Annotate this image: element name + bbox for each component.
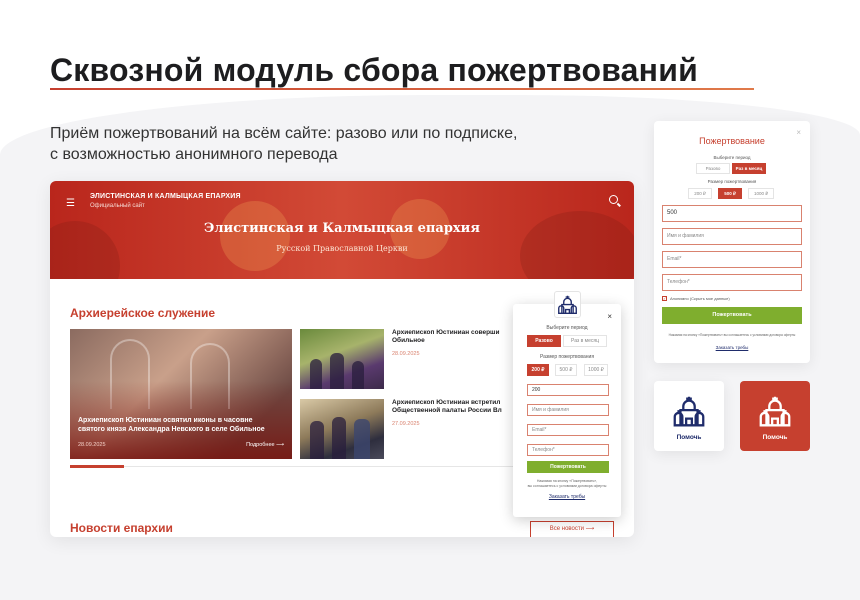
anonymous-label: Анонимно (Скрыть мое данные) [670, 296, 730, 301]
widget-donate-button[interactable]: Пожертвовать [662, 307, 802, 324]
widget-period-monthly[interactable]: Раз в месяц [732, 163, 766, 174]
widget-choose-period: Выберите период [713, 155, 751, 160]
read-more-link[interactable]: Подробнее ⟶ [246, 442, 284, 448]
widget-title: Пожертвование [699, 136, 765, 146]
featured-news-title[interactable]: Архиепископ Юстиниан освятил иконы в час… [78, 416, 288, 434]
popup-name-field[interactable]: Имя и фамилия [527, 404, 609, 416]
news-item-title-2-line-2: Общественной палаты России Вл [392, 407, 502, 414]
popup-amount-input[interactable]: 200 [527, 384, 609, 396]
subtitle-line-2: с возможностью анонимного перевода [50, 146, 338, 163]
slider-progress [70, 465, 124, 468]
headline-underline [50, 88, 754, 90]
church-icon [759, 396, 791, 427]
widget-legal-text: Нажимая на кнопку «Пожертвовать» вы согл… [668, 333, 796, 337]
photo-figure [354, 419, 370, 459]
photo-figure [330, 353, 344, 389]
widget-amount-500[interactable]: 500 ₽ [718, 188, 742, 199]
church-icon [558, 295, 577, 314]
donation-popup: × Выберите период Разово Раз в месяц Раз… [513, 304, 621, 517]
widget-period-once[interactable]: Разово [696, 163, 730, 174]
popup-period-once[interactable]: Разово [527, 335, 561, 347]
news-item-title-1-line-2: Обильное [392, 337, 425, 344]
all-news-button[interactable]: Все новости ⟶ [530, 521, 614, 537]
popup-period-monthly[interactable]: Раз в месяц [563, 335, 607, 347]
featured-news-date: 28.09.2025 [78, 442, 106, 448]
photo-figure [352, 361, 364, 389]
news-item-title-2-line-1: Архиепископ Юстиниан встретил [392, 399, 501, 406]
page-headline: Сквозной модуль сбора пожертвований [50, 52, 698, 88]
popup-legal-text: Нажимая на кнопку «Пожертвовать», вы сог… [521, 479, 613, 489]
help-button-white[interactable]: Помочь [654, 381, 724, 451]
news-item-title-2[interactable]: Архиепископ Юстиниан встретил Общественн… [392, 399, 517, 415]
help-button-label: Помочь [762, 434, 788, 441]
news-item-title-1[interactable]: Архиепископ Юстиниан соверши Обильное [392, 329, 517, 345]
widget-amount-label: Размер пожертвования [707, 179, 757, 184]
popup-phone-field[interactable]: Телефон* [527, 444, 609, 456]
section-title-news: Новости епархии [70, 521, 173, 535]
featured-news-title-line-2: святого князя Александра Невского в селе… [78, 426, 265, 433]
news-item-title-1-line-1: Архиепископ Юстиниан соверши [392, 329, 500, 336]
photo-figure [310, 421, 324, 459]
widget-amount-200[interactable]: 200 ₽ [688, 188, 712, 199]
popup-amount-label: Размер пожертвования [539, 354, 595, 360]
popup-donate-button[interactable]: Пожертвовать [527, 461, 609, 473]
header-decor-halo-left [220, 201, 290, 271]
popup-church-badge[interactable] [554, 291, 581, 318]
section-title-ministry: Архиерейское служение [70, 306, 216, 320]
widget-order-prayer-link[interactable]: Заказать требы [654, 345, 810, 350]
photo-figure [310, 359, 322, 389]
widget-email-field[interactable]: Email* [662, 251, 802, 268]
donation-widget: × Пожертвование Выберите период Разово Р… [654, 121, 810, 363]
news-item-date-2: 27.09.2025 [392, 421, 420, 427]
popup-legal-line-2: вы соглашаетесь с условиями договора офе… [527, 484, 607, 488]
page-subtitle: Приём пожертвований на всём сайте: разов… [50, 123, 610, 165]
site-header: ☰ ЭЛИСТИНСКАЯ И КАЛМЫЦКАЯ ЕПАРХИЯ Официа… [50, 181, 634, 279]
search-icon[interactable] [609, 195, 618, 204]
popup-choose-period: Выберите период [546, 325, 588, 331]
widget-amount-1000[interactable]: 1000 ₽ [748, 188, 774, 199]
site-header-title[interactable]: ЭЛИСТИНСКАЯ И КАЛМЫЦКАЯ ЕПАРХИЯ [90, 193, 241, 200]
widget-amount-input[interactable]: 500 [662, 205, 802, 222]
popup-amount-1000[interactable]: 1000 ₽ [584, 364, 608, 376]
subtitle-line-1: Приём пожертвований на всём сайте: разов… [50, 125, 518, 142]
widget-phone-field[interactable]: Телефон* [662, 274, 802, 291]
popup-amount-500[interactable]: 500 ₽ [555, 364, 577, 376]
featured-news-card[interactable]: Архиепископ Юстиниан освятил иконы в час… [70, 329, 292, 459]
anonymous-checkbox[interactable]: ✓ [662, 296, 667, 301]
news-thumbnail-2[interactable] [300, 399, 384, 459]
banner-title: Элистинская и Калмыцкая епархия [204, 221, 480, 236]
news-thumbnail-1[interactable] [300, 329, 384, 389]
help-button-red[interactable]: Помочь [740, 381, 810, 451]
widget-name-field[interactable]: Имя и фамилия [662, 228, 802, 245]
menu-icon[interactable]: ☰ [66, 198, 75, 209]
help-button-label: Помочь [676, 434, 702, 441]
popup-amount-200[interactable]: 200 ₽ [527, 364, 549, 376]
popup-email-field[interactable]: Email* [527, 424, 609, 436]
featured-news-title-line-1: Архиепископ Юстиниан освятил иконы в час… [78, 417, 253, 424]
site-header-subtitle: Официальный сайт [90, 203, 145, 209]
church-icon [673, 396, 705, 427]
news-item-date-1: 28.09.2025 [392, 351, 420, 357]
popup-order-prayer-link[interactable]: Заказать требы [513, 494, 621, 500]
photo-figure [332, 417, 346, 459]
banner-subtitle: Русской Православной Церкви [276, 244, 408, 253]
close-icon[interactable]: × [607, 312, 612, 321]
